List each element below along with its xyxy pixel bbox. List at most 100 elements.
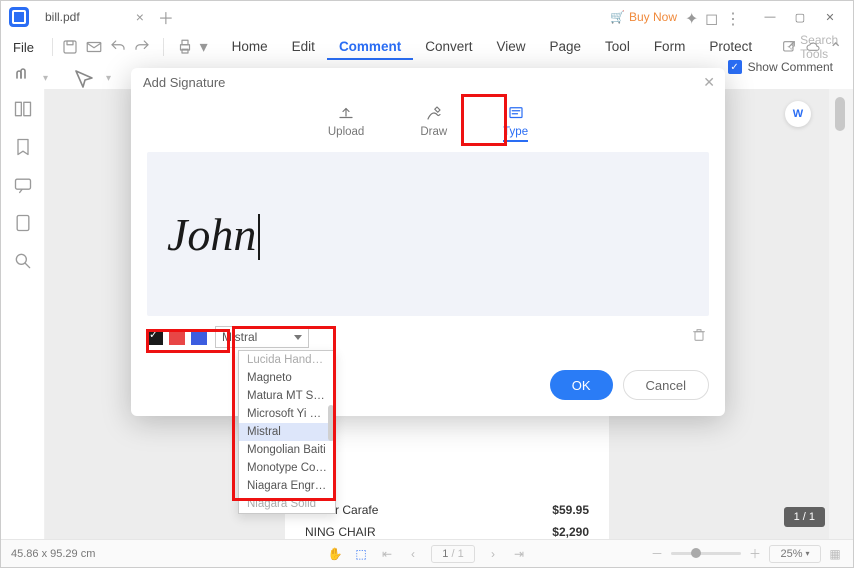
zoom-slider[interactable] xyxy=(671,552,741,555)
menu-view[interactable]: View xyxy=(484,35,537,60)
window-minimize[interactable]: ― xyxy=(755,5,785,29)
show-comment-label: Show Comment xyxy=(748,60,833,74)
font-option[interactable]: Mongolian Baiti xyxy=(239,441,335,459)
bookmark-icon[interactable] xyxy=(13,137,33,157)
ai-icon[interactable]: ✦ xyxy=(685,9,701,25)
menu-home[interactable]: Home xyxy=(220,35,280,60)
color-red[interactable] xyxy=(169,329,185,345)
font-option[interactable]: Magneto xyxy=(239,369,335,387)
delete-signature-icon[interactable] xyxy=(691,327,707,348)
close-tab-icon[interactable]: × xyxy=(136,9,144,25)
menu-comment[interactable]: Comment xyxy=(327,35,413,60)
font-option-selected[interactable]: Mistral xyxy=(239,423,335,441)
more-icon[interactable]: ⋮ xyxy=(725,9,741,25)
attachment-icon[interactable] xyxy=(13,213,33,233)
page-number-field[interactable]: 1 / 1 xyxy=(431,545,475,563)
next-page-icon[interactable]: › xyxy=(485,547,501,561)
hand-tool-icon[interactable] xyxy=(9,67,33,91)
mail-icon[interactable] xyxy=(85,38,103,56)
draw-icon xyxy=(425,104,443,122)
collapse-ribbon-icon[interactable]: ⌃ xyxy=(829,39,845,55)
menu-form[interactable]: Form xyxy=(642,35,698,60)
prev-page-icon[interactable]: ‹ xyxy=(405,547,421,561)
font-option[interactable]: Niagara Solid xyxy=(239,495,335,513)
hand-mode-icon[interactable]: ✋ xyxy=(327,547,343,561)
menubar: File ▾ Home Edit Comment Convert View Pa… xyxy=(1,33,853,61)
print-dropdown-icon[interactable]: ▾ xyxy=(200,38,208,56)
color-blue[interactable] xyxy=(191,329,207,345)
font-select[interactable]: Mistral xyxy=(215,326,309,348)
search-panel-icon[interactable] xyxy=(13,251,33,271)
color-swatches xyxy=(147,329,207,345)
line-item: eather Carafe $59.95 xyxy=(305,499,589,521)
page-nav: ✋ ⬚ ⇤ ‹ 1 / 1 › ⇥ xyxy=(327,545,527,563)
tab-title: bill.pdf xyxy=(45,10,80,24)
add-signature-dialog: Add Signature ✕ Upload Draw Type John Mi… xyxy=(131,68,725,416)
menu-edit[interactable]: Edit xyxy=(280,35,327,60)
select-mode-icon[interactable]: ⬚ xyxy=(353,547,369,561)
signature-options: Mistral xyxy=(131,316,725,360)
last-page-icon[interactable]: ⇥ xyxy=(511,547,527,561)
vertical-scrollbar[interactable] xyxy=(829,89,853,539)
save-icon[interactable] xyxy=(61,38,79,56)
dialog-close-button[interactable]: ✕ xyxy=(703,74,715,91)
window-controls: ― ▢ ✕ xyxy=(755,5,845,29)
font-option[interactable]: Lucida Handwri... xyxy=(239,351,335,369)
item-price: $2,290 xyxy=(552,525,589,539)
menubar-right: ⌃ xyxy=(781,39,845,55)
tab-upload[interactable]: Upload xyxy=(322,102,370,144)
undo-icon[interactable] xyxy=(109,38,127,56)
menu-items: Home Edit Comment Convert View Page Tool… xyxy=(220,35,764,60)
font-option[interactable]: Matura MT Scrip... xyxy=(239,387,335,405)
item-name: NING CHAIR xyxy=(305,525,376,539)
page-indicator-badge: 1 / 1 xyxy=(784,507,825,527)
zoom-select[interactable]: 25%▾ xyxy=(769,545,821,563)
fit-page-icon[interactable]: ▦ xyxy=(827,547,843,561)
type-icon xyxy=(507,104,525,122)
cloud-icon[interactable] xyxy=(805,39,821,55)
font-dropdown[interactable]: Lucida Handwri... Magneto Matura MT Scri… xyxy=(238,350,336,514)
signature-method-tabs: Upload Draw Type xyxy=(131,96,725,152)
print-icon[interactable] xyxy=(176,38,194,56)
left-sidebar xyxy=(1,89,45,539)
ok-button[interactable]: OK xyxy=(550,370,613,400)
redo-icon[interactable] xyxy=(133,38,151,56)
menu-tool[interactable]: Tool xyxy=(593,35,642,60)
new-tab-button[interactable]: ＋ xyxy=(158,5,174,29)
font-option[interactable]: Microsoft Yi Baiti xyxy=(239,405,335,423)
font-option[interactable]: Monotype Corsiva xyxy=(239,459,335,477)
thumbnails-icon[interactable] xyxy=(13,99,33,119)
tab-type[interactable]: Type xyxy=(497,102,534,144)
cart-icon: 🛒 xyxy=(610,10,625,24)
window-maximize[interactable]: ▢ xyxy=(785,5,815,29)
menu-page[interactable]: Page xyxy=(538,35,594,60)
zoom-out-icon[interactable]: － xyxy=(649,545,665,562)
menu-protect[interactable]: Protect xyxy=(697,35,764,60)
dialog-footer: OK Cancel xyxy=(131,360,725,416)
zoom-controls: － ＋ 25%▾ ▦ xyxy=(649,545,843,563)
dialog-title: Add Signature xyxy=(143,75,225,90)
share-icon[interactable] xyxy=(781,39,797,55)
notification-icon[interactable]: ◻ xyxy=(705,9,721,25)
titlebar: bill.pdf × ＋ 🛒 Buy Now ✦ ◻ ⋮ ― ▢ ✕ xyxy=(1,1,853,33)
select-tool-icon[interactable] xyxy=(72,67,96,91)
tab-draw[interactable]: Draw xyxy=(414,102,453,144)
word-export-badge[interactable]: W xyxy=(785,101,811,127)
cancel-button[interactable]: Cancel xyxy=(623,370,709,400)
font-option[interactable]: Niagara Engraved xyxy=(239,477,335,495)
dropdown-scrollbar-thumb[interactable] xyxy=(328,405,334,441)
buy-now-button[interactable]: 🛒 Buy Now xyxy=(610,10,677,24)
quick-toolbar: ▾ xyxy=(61,38,208,56)
signature-canvas[interactable]: John xyxy=(147,152,709,316)
menu-file[interactable]: File xyxy=(9,38,38,57)
show-comment-check[interactable]: ✓ xyxy=(728,60,742,74)
comment-panel-icon[interactable] xyxy=(13,175,33,195)
color-black[interactable] xyxy=(147,329,163,345)
first-page-icon[interactable]: ⇤ xyxy=(379,547,395,561)
signature-text-input[interactable]: John xyxy=(167,208,256,261)
zoom-in-icon[interactable]: ＋ xyxy=(747,545,763,562)
line-item: NING CHAIR $2,290 xyxy=(305,521,589,539)
tab-document[interactable]: bill.pdf × xyxy=(37,5,152,29)
menu-convert[interactable]: Convert xyxy=(413,35,484,60)
window-close[interactable]: ✕ xyxy=(815,5,845,29)
